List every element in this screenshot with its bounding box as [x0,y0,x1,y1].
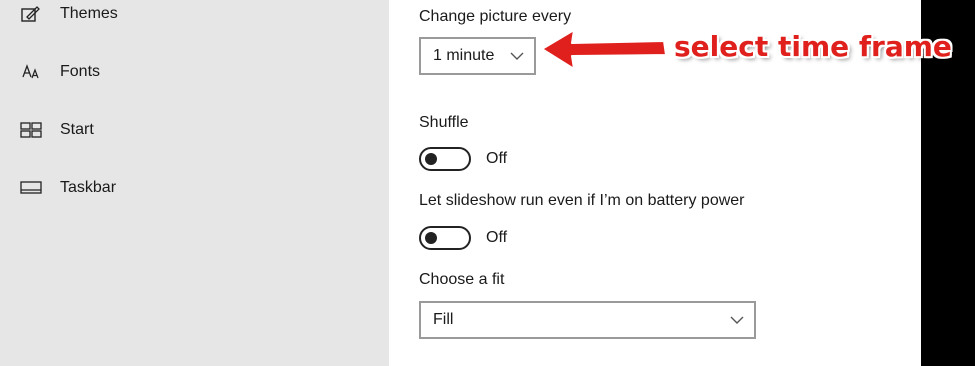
sidebar: Themes Fonts Start Taskbar [0,0,389,366]
annotation-text: select time frame [674,30,952,63]
dropdown-value: 1 minute [433,47,495,64]
toggle-knob [425,153,437,165]
fonts-icon [20,63,42,81]
fit-dropdown[interactable]: Fill [419,301,756,339]
sidebar-item-fonts[interactable]: Fonts [0,50,389,94]
taskbar-icon [20,179,42,197]
sidebar-item-taskbar[interactable]: Taskbar [0,166,389,210]
change-picture-label: Change picture every [419,8,572,25]
toggle-knob [425,232,437,244]
sidebar-item-label: Themes [60,5,118,22]
sidebar-item-label: Fonts [60,63,101,80]
shuffle-state: Off [486,150,508,167]
shuffle-label: Shuffle [419,114,469,131]
sidebar-item-label: Taskbar [60,179,117,196]
shuffle-toggle[interactable] [419,147,471,171]
themes-icon [20,5,42,23]
chevron-down-icon [510,47,524,65]
battery-toggle[interactable] [419,226,471,250]
sidebar-item-label: Start [60,121,94,138]
battery-label: Let slideshow run even if I’m on battery… [419,192,745,209]
battery-state: Off [486,229,508,246]
annotation-arrow [541,29,667,70]
start-icon [20,121,42,139]
sidebar-item-start[interactable]: Start [0,108,389,152]
change-picture-dropdown[interactable]: 1 minute [419,37,536,75]
sidebar-item-themes[interactable]: Themes [0,0,389,36]
fit-label: Choose a fit [419,271,505,288]
dropdown-value: Fill [433,311,454,328]
chevron-down-icon [730,311,744,329]
